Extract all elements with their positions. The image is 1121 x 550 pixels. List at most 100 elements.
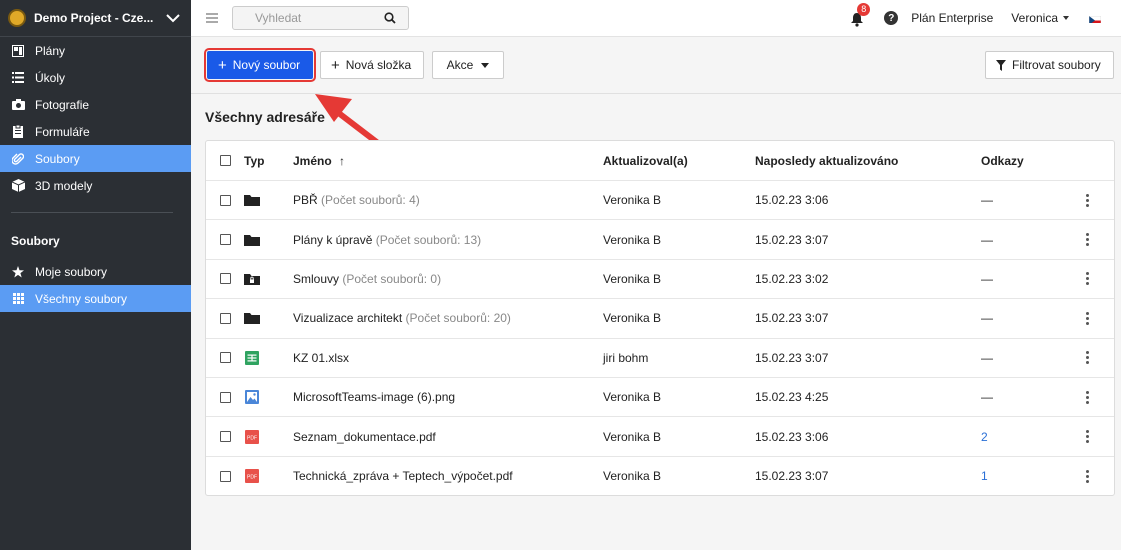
row-checkbox[interactable]	[220, 431, 231, 443]
links-value: —	[981, 390, 993, 405]
file-name-link[interactable]: Plány k úpravě (Počet souborů: 13)	[293, 233, 481, 247]
more-options-icon[interactable]	[1086, 310, 1090, 327]
links-value: —	[981, 232, 993, 247]
file-name-link[interactable]: MicrosoftTeams-image (6).png	[293, 390, 455, 404]
row-checkbox[interactable]	[220, 273, 231, 285]
filter-label: Filtrovat soubory	[1012, 58, 1101, 72]
sidebar-item-ukoly[interactable]: Úkoly	[0, 64, 191, 91]
table-row[interactable]: PDF Technická_zpráva + Teptech_výpočet.p…	[206, 457, 1114, 496]
file-name-link[interactable]: Vizualizace architekt (Počet souborů: 20…	[293, 311, 511, 325]
updated-by: Veronika B	[603, 271, 662, 286]
row-checkbox[interactable]	[220, 312, 231, 324]
table-row[interactable]: MicrosoftTeams-image (6).png Veronika B …	[206, 378, 1114, 418]
filter-icon	[996, 59, 1006, 71]
cube-icon	[11, 179, 25, 193]
file-name-link[interactable]: PBŘ (Počet souborů: 4)	[293, 193, 420, 207]
clipboard-icon	[11, 125, 25, 139]
plan-link[interactable]: Plán Enterprise	[911, 11, 993, 25]
more-options-icon[interactable]	[1086, 428, 1090, 445]
updated-by: Veronika B	[603, 390, 662, 405]
table-row[interactable]: PDF Seznam_dokumentace.pdf Veronika B 15…	[206, 417, 1114, 457]
links-count-link[interactable]: 2	[981, 430, 988, 444]
notifications-bell-icon[interactable]: 8	[850, 3, 871, 27]
more-options-icon[interactable]	[1086, 349, 1090, 366]
column-last-updated[interactable]: Naposledy aktualizováno	[755, 154, 898, 168]
file-name-link[interactable]: Seznam_dokumentace.pdf	[293, 430, 436, 444]
camera-icon	[11, 98, 25, 112]
column-links[interactable]: Odkazy	[981, 154, 1024, 168]
updated-date: 15.02.23 3:06	[755, 429, 829, 444]
sidebar-item-plany[interactable]: Plány	[0, 37, 191, 64]
sidebar-item-label: Všechny soubory	[35, 291, 128, 306]
sidebar-item-label: Moje soubory	[35, 264, 108, 279]
star-icon	[11, 265, 25, 279]
file-name-link[interactable]: Smlouvy (Počet souborů: 0)	[293, 272, 441, 286]
more-options-icon[interactable]	[1086, 389, 1090, 406]
more-options-icon[interactable]	[1086, 270, 1090, 287]
grid-icon	[11, 292, 25, 306]
row-checkbox[interactable]	[220, 234, 231, 246]
sidebar-item-label: Plány	[35, 43, 66, 58]
table-row[interactable]: Vizualizace architekt (Počet souborů: 20…	[206, 299, 1114, 339]
plus-icon: +	[331, 56, 340, 74]
pdf-file-icon: PDF	[244, 468, 260, 484]
search-box[interactable]	[232, 6, 409, 30]
more-options-icon[interactable]	[1086, 192, 1090, 209]
actions-dropdown-button[interactable]: Akce	[432, 51, 504, 79]
column-updated-by[interactable]: Aktualizoval(a)	[603, 154, 688, 168]
select-all-checkbox[interactable]	[220, 155, 231, 166]
user-menu[interactable]: Veronica	[1011, 11, 1069, 25]
sidebar-item-3d-modely[interactable]: 3D modely	[0, 172, 191, 199]
sidebar-item-soubory[interactable]: Soubory	[0, 145, 191, 172]
links-count-link[interactable]: 1	[981, 469, 988, 483]
column-type[interactable]: Typ	[244, 154, 264, 168]
file-name: PBŘ	[293, 193, 318, 208]
table-row[interactable]: Smlouvy (Počet souborů: 0) Veronika B 15…	[206, 260, 1114, 300]
sidebar-item-label: 3D modely	[35, 178, 93, 193]
folder-icon	[244, 192, 260, 208]
row-checkbox[interactable]	[220, 352, 231, 364]
sidebar-item-vsechny-soubory[interactable]: Všechny soubory	[0, 285, 191, 312]
file-name-link[interactable]: Technická_zpráva + Teptech_výpočet.pdf	[293, 469, 513, 483]
filter-files-button[interactable]: Filtrovat soubory	[985, 51, 1114, 79]
sidebar-item-formulare[interactable]: Formuláře	[0, 118, 191, 145]
czech-flag-icon[interactable]	[1089, 14, 1101, 23]
search-input[interactable]	[255, 11, 400, 25]
sidebar: Demo Project - Cze... Plány Úkoly Fotogr…	[0, 0, 191, 550]
row-checkbox[interactable]	[220, 470, 231, 482]
notification-badge: 8	[857, 3, 871, 16]
caret-down-icon	[1063, 16, 1069, 20]
sidebar-item-moje-soubory[interactable]: Moje soubory	[0, 258, 191, 285]
paperclip-icon	[11, 152, 25, 166]
folder-icon	[244, 232, 260, 248]
more-options-icon[interactable]	[1086, 231, 1090, 248]
row-checkbox[interactable]	[220, 391, 231, 403]
chevron-down-icon[interactable]	[163, 10, 183, 26]
column-name[interactable]: Jméno ↑	[293, 154, 345, 168]
plans-icon	[11, 44, 25, 58]
project-switcher[interactable]: Demo Project - Cze...	[0, 0, 191, 37]
new-folder-button[interactable]: + Nová složka	[320, 51, 424, 79]
user-name: Veronica	[1011, 11, 1058, 25]
column-name-label: Jméno	[293, 153, 332, 168]
sidebar-item-fotografie[interactable]: Fotografie	[0, 91, 191, 118]
table-row[interactable]: KZ 01.xlsx jiri bohm 15.02.23 3:07 —	[206, 339, 1114, 378]
file-name-link[interactable]: KZ 01.xlsx	[293, 351, 349, 365]
svg-text:PDF: PDF	[247, 475, 257, 481]
table-row[interactable]: Plány k úpravě (Počet souborů: 13) Veron…	[206, 220, 1114, 260]
updated-date: 15.02.23 3:07	[755, 469, 829, 484]
file-count: (Počet souborů: 13)	[375, 232, 482, 247]
new-file-label: Nový soubor	[232, 58, 301, 72]
sidebar-item-label: Formuláře	[35, 124, 90, 139]
file-name: Seznam_dokumentace.pdf	[293, 429, 436, 444]
search-icon[interactable]	[384, 12, 396, 27]
table-row[interactable]: PBŘ (Počet souborů: 4) Veronika B 15.02.…	[206, 181, 1114, 221]
menu-icon[interactable]	[206, 11, 218, 26]
links-value: —	[981, 271, 993, 286]
row-checkbox[interactable]	[220, 194, 231, 206]
help-icon[interactable]: ?	[884, 11, 899, 25]
updated-by: Veronika B	[603, 311, 662, 326]
file-count: (Počet souborů: 0)	[342, 271, 442, 286]
more-options-icon[interactable]	[1086, 468, 1090, 485]
new-file-button[interactable]: + Nový soubor	[204, 48, 316, 82]
